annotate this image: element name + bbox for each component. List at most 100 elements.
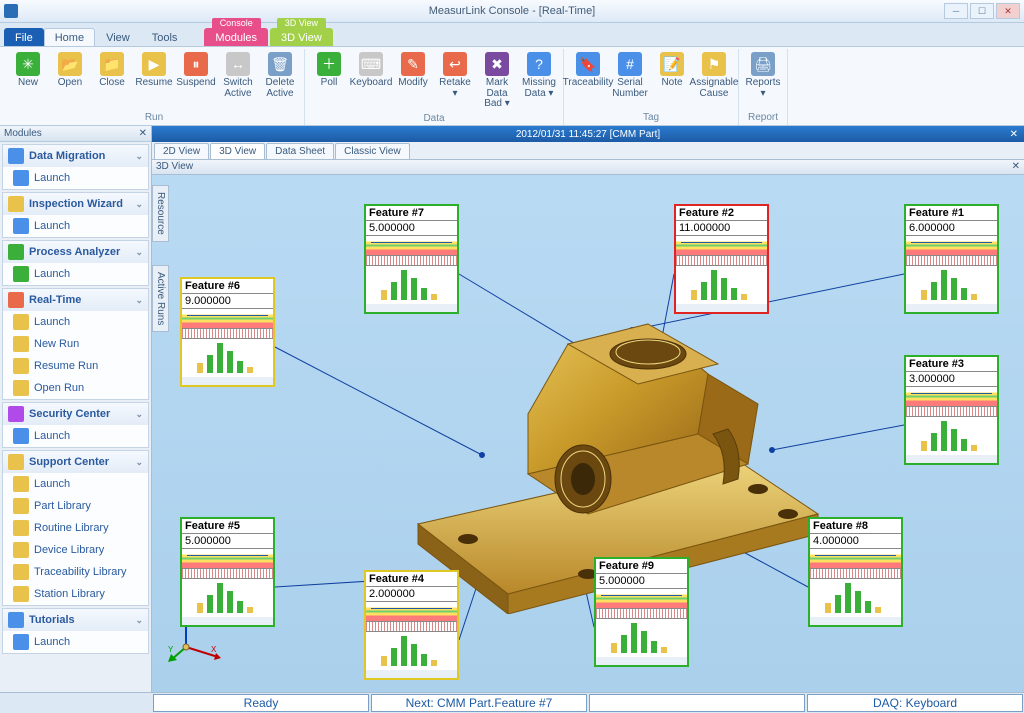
section-real-time-icon	[8, 292, 24, 308]
context-tab-modules[interactable]: Modules	[204, 28, 268, 46]
section-item-launch[interactable]: Launch	[3, 631, 148, 653]
feature-value: 6.000000	[906, 221, 997, 236]
ribbon-traceability-button[interactable]: 🔖Traceability	[568, 49, 608, 102]
svg-text:Y: Y	[168, 645, 174, 654]
section-inspection-wizard[interactable]: Inspection Wizard⌄	[3, 193, 148, 215]
menu-tab-tools[interactable]: Tools	[141, 28, 189, 46]
feature-callout-9[interactable]: Feature #95.000000	[594, 557, 689, 667]
section-item-resume-run-icon	[13, 358, 29, 374]
feature-callout-6[interactable]: Feature #69.000000	[180, 277, 275, 387]
section-item-launch[interactable]: Launch	[3, 311, 148, 333]
view-tab-2d-view[interactable]: 2D View	[154, 143, 209, 159]
feature-histogram	[906, 417, 997, 455]
feature-name: Feature #4	[366, 572, 457, 587]
ribbon-reports-icon: 🖨	[751, 52, 775, 76]
section-item-device-library[interactable]: Device Library	[3, 539, 148, 561]
feature-callout-2[interactable]: Feature #211.000000	[674, 204, 769, 314]
view-window-close-icon[interactable]: ✕	[1012, 161, 1020, 173]
ribbon-retake-button[interactable]: ↩Retake ▾	[435, 49, 475, 113]
section-item-launch-icon	[13, 476, 29, 492]
view-tab-3d-view[interactable]: 3D View	[210, 143, 265, 159]
status-ready: Ready	[153, 694, 369, 712]
ribbon-keyboard-button[interactable]: ⌨Keyboard	[351, 49, 391, 113]
document-close-icon[interactable]: ✕	[1010, 129, 1018, 140]
side-tab-active-runs[interactable]: Active Runs	[152, 265, 169, 332]
feature-callout-7[interactable]: Feature #75.000000	[364, 204, 459, 314]
feature-name: Feature #9	[596, 559, 687, 574]
title-bar: MeasurLink Console - [Real-Time] ─ ☐ ✕	[0, 0, 1024, 23]
ribbon-serial-button[interactable]: #Serial Number	[610, 49, 650, 102]
view-tab-classic-view[interactable]: Classic View	[335, 143, 410, 159]
section-real-time[interactable]: Real-Time⌄	[3, 289, 148, 311]
side-tab-resource[interactable]: Resource	[152, 185, 169, 242]
ribbon-assignable-button[interactable]: ⚑Assignable Cause	[694, 49, 734, 102]
ribbon-resume-button[interactable]: ▶Resume	[134, 49, 174, 102]
section-item-traceability-library[interactable]: Traceability Library	[3, 561, 148, 583]
menu-tab-view[interactable]: View	[95, 28, 141, 46]
section-item-open-run-icon	[13, 380, 29, 396]
section-security-center-icon	[8, 406, 24, 422]
section-item-open-run[interactable]: Open Run	[3, 377, 148, 399]
section-tutorials[interactable]: Tutorials⌄	[3, 609, 148, 631]
feature-callout-5[interactable]: Feature #55.000000	[180, 517, 275, 627]
section-item-launch[interactable]: Launch	[3, 473, 148, 495]
ribbon-mark-data-button[interactable]: ✖Mark Data Bad ▾	[477, 49, 517, 113]
feature-histogram	[676, 266, 767, 304]
feature-name: Feature #8	[810, 519, 901, 534]
ribbon-missing-button[interactable]: ?Missing Data ▾	[519, 49, 559, 113]
section-security-center[interactable]: Security Center⌄	[3, 403, 148, 425]
section-item-new-run[interactable]: New Run	[3, 333, 148, 355]
ribbon-new-button[interactable]: ✳New	[8, 49, 48, 102]
section-item-device-library-icon	[13, 542, 29, 558]
viewport-3d[interactable]: Resource Active Runs	[152, 175, 1024, 692]
menu-tab-home[interactable]: Home	[44, 28, 95, 46]
ribbon-switch-button[interactable]: ↔Switch Active	[218, 49, 258, 102]
feature-callout-4[interactable]: Feature #42.000000	[364, 570, 459, 680]
section-process-analyzer[interactable]: Process Analyzer⌄	[3, 241, 148, 263]
section-item-routine-library[interactable]: Routine Library	[3, 517, 148, 539]
ribbon-suspend-button[interactable]: ⏸Suspend	[176, 49, 216, 102]
ribbon-open-button[interactable]: 📂Open	[50, 49, 90, 102]
modules-panel-close-icon[interactable]: ✕	[139, 128, 147, 139]
ribbon-reports-button[interactable]: 🖨Reports ▾	[743, 49, 783, 102]
ribbon-close-button[interactable]: 📁Close	[92, 49, 132, 102]
ribbon-note-button[interactable]: 📝Note	[652, 49, 692, 102]
section-item-launch[interactable]: Launch	[3, 425, 148, 447]
section-item-launch[interactable]: Launch	[3, 167, 148, 189]
view-tab-data-sheet[interactable]: Data Sheet	[266, 143, 334, 159]
section-item-station-library[interactable]: Station Library	[3, 583, 148, 605]
close-button[interactable]: ✕	[996, 3, 1020, 19]
context-tab-3d-view[interactable]: 3D View	[270, 28, 333, 46]
feature-run-chart	[676, 236, 767, 256]
ribbon-switch-icon: ↔	[226, 52, 250, 76]
feature-run-chart	[366, 602, 457, 622]
ribbon-new-icon: ✳	[16, 52, 40, 76]
minimize-button[interactable]: ─	[944, 3, 968, 19]
ribbon-delete-button[interactable]: 🗑Delete Active	[260, 49, 300, 102]
section-data-migration[interactable]: Data Migration⌄	[3, 145, 148, 167]
feature-value: 11.000000	[676, 221, 767, 236]
app-icon	[4, 4, 18, 18]
section-item-resume-run[interactable]: Resume Run	[3, 355, 148, 377]
section-process-analyzer-icon	[8, 244, 24, 260]
chevron-down-icon: ⌄	[135, 295, 143, 306]
section-item-part-library[interactable]: Part Library	[3, 495, 148, 517]
feature-callout-8[interactable]: Feature #84.000000	[808, 517, 903, 627]
feature-callout-3[interactable]: Feature #33.000000	[904, 355, 999, 465]
feature-run-chart	[366, 236, 457, 256]
feature-run-chart	[182, 309, 273, 329]
ribbon-modify-button[interactable]: ✎Modify	[393, 49, 433, 113]
file-menu[interactable]: File	[4, 28, 44, 46]
chevron-down-icon: ⌄	[135, 199, 143, 210]
feature-name: Feature #1	[906, 206, 997, 221]
document-header-text: 2012/01/31 11:45:27 [CMM Part]	[516, 129, 660, 140]
maximize-button[interactable]: ☐	[970, 3, 994, 19]
section-item-launch[interactable]: Launch	[3, 215, 148, 237]
menu-tab-strip: File HomeViewTools ConsoleModules3D View…	[0, 23, 1024, 46]
feature-callout-1[interactable]: Feature #16.000000	[904, 204, 999, 314]
ribbon-poll-button[interactable]: ＋Poll	[309, 49, 349, 113]
feature-name: Feature #6	[182, 279, 273, 294]
section-support-center[interactable]: Support Center⌄	[3, 451, 148, 473]
section-item-launch-icon	[13, 428, 29, 444]
section-item-launch[interactable]: Launch	[3, 263, 148, 285]
